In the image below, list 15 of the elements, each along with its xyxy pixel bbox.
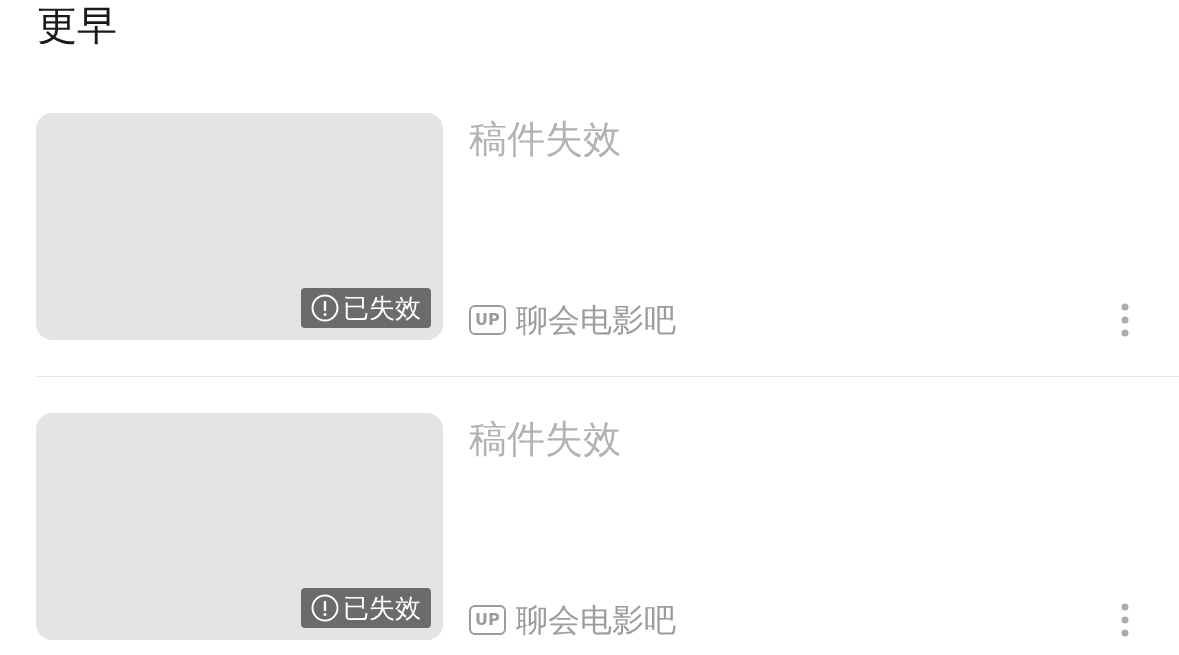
video-title[interactable]: 稿件失效 [469, 115, 1129, 163]
more-icon[interactable] [1121, 603, 1129, 637]
status-badge: 已失效 [301, 288, 431, 328]
video-thumbnail[interactable]: 已失效 [36, 113, 443, 340]
uploader-name[interactable]: 聊会电影吧 [515, 298, 676, 342]
warning-icon [311, 594, 339, 622]
warning-icon [311, 294, 339, 322]
uploader-name[interactable]: 聊会电影吧 [515, 598, 676, 642]
status-badge: 已失效 [301, 588, 431, 628]
section-title: 更早 [37, 1, 117, 50]
video-thumbnail[interactable]: 已失效 [36, 413, 443, 640]
more-icon[interactable] [1121, 303, 1129, 337]
up-badge: UP [469, 305, 506, 335]
up-badge: UP [469, 605, 506, 635]
video-title[interactable]: 稿件失效 [469, 415, 1129, 463]
